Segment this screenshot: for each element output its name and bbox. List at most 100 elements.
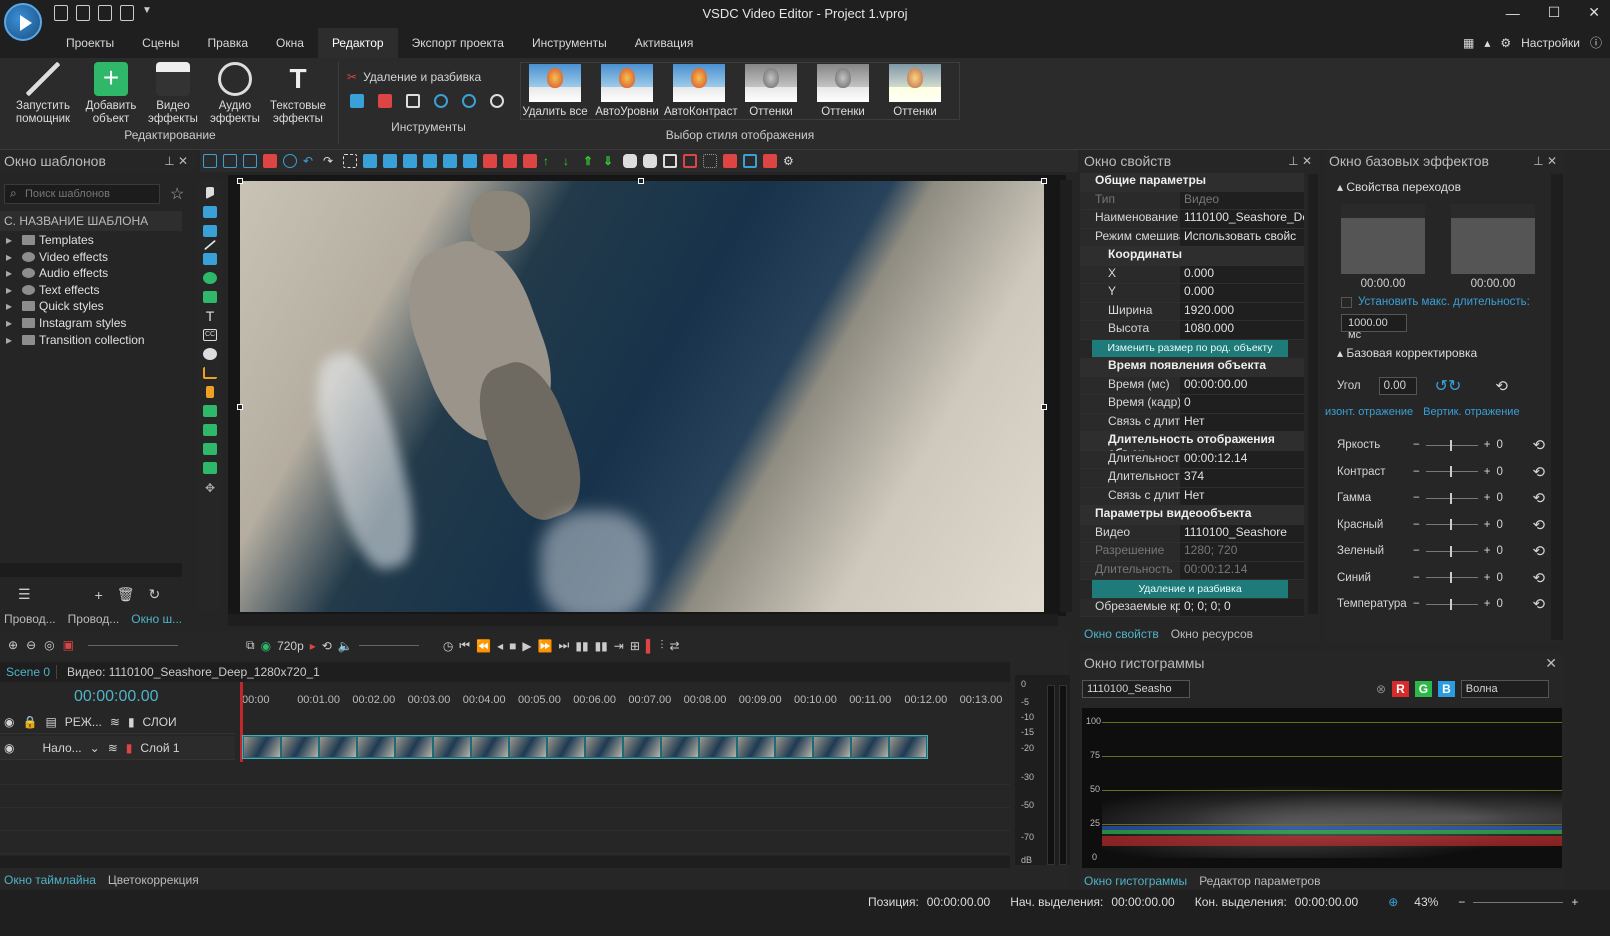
prop-duration-ms-value[interactable]: 00:00:12.14 bbox=[1180, 450, 1304, 468]
slider-row[interactable]: Контраст − +0 ⟲ bbox=[1325, 459, 1565, 486]
wave-mode-icon[interactable]: ⊗ bbox=[1376, 682, 1386, 696]
pin-close-icon[interactable]: ⊥ ✕ bbox=[164, 150, 196, 172]
video-clip[interactable] bbox=[242, 735, 928, 759]
scene-tab[interactable]: Scene 0 bbox=[0, 665, 58, 679]
basic-scrollbar[interactable] bbox=[1551, 174, 1563, 640]
reset-icon[interactable]: ⟲ bbox=[1532, 516, 1545, 534]
snap-icon[interactable]: ⊞ bbox=[630, 639, 640, 653]
minus-icon[interactable]: − bbox=[1413, 519, 1420, 531]
text-tool-icon[interactable]: T bbox=[203, 309, 217, 323]
reset-icon[interactable]: ⟲ bbox=[1532, 595, 1545, 613]
tab-explorer-1[interactable]: Провод... bbox=[4, 612, 56, 626]
resize-to-parent-button[interactable]: Изменить размер по род. объекту bbox=[1092, 339, 1288, 358]
blue-channel-toggle[interactable]: B bbox=[1438, 681, 1455, 697]
resize-handle[interactable] bbox=[237, 404, 243, 410]
plus-icon[interactable]: + bbox=[1484, 572, 1491, 584]
free-shape-tool-icon[interactable] bbox=[203, 291, 217, 303]
star-icon[interactable]: ☆ bbox=[170, 184, 184, 204]
slider-track[interactable] bbox=[1425, 466, 1478, 478]
section-general[interactable]: Общие параметры bbox=[1080, 173, 1304, 192]
loop-icon[interactable]: ⟲ bbox=[322, 639, 332, 653]
plus-icon[interactable]: + bbox=[1484, 545, 1491, 557]
histogram-source-select[interactable]: 1110100_Seasho bbox=[1082, 680, 1190, 698]
align-middle-icon[interactable] bbox=[443, 154, 457, 168]
layout-icon[interactable]: ▦ bbox=[1463, 36, 1474, 50]
tab-explorer-2[interactable]: Провод... bbox=[68, 612, 120, 626]
next-frame-icon[interactable]: ⏩ bbox=[538, 639, 553, 653]
align-icon[interactable]: ⫶ bbox=[660, 638, 663, 653]
audio-icon[interactable]: ▮ bbox=[126, 741, 133, 755]
tree-item-text-effects[interactable]: Text effects bbox=[0, 282, 182, 299]
group-icon[interactable] bbox=[623, 154, 637, 168]
slider-row[interactable]: Красный − +0 ⟲ bbox=[1325, 512, 1565, 539]
resize-handle[interactable] bbox=[237, 178, 243, 184]
plus-icon[interactable]: + bbox=[1484, 492, 1491, 504]
tab-histogram[interactable]: Окно гистограммы bbox=[1084, 874, 1187, 888]
green-channel-toggle[interactable]: G bbox=[1414, 681, 1433, 697]
waveform-icon[interactable]: ≋ bbox=[108, 741, 118, 755]
grid-icon[interactable] bbox=[703, 154, 717, 168]
app-logo-icon[interactable] bbox=[4, 3, 42, 41]
plus-icon[interactable]: + bbox=[1484, 439, 1491, 451]
slider-track[interactable] bbox=[1425, 598, 1478, 610]
rotate-left-icon[interactable] bbox=[434, 94, 448, 108]
canvas-vscrollbar[interactable] bbox=[1060, 180, 1072, 612]
menu-edit[interactable]: Правка bbox=[194, 28, 263, 58]
slider-row[interactable]: Зеленый − +0 ⟲ bbox=[1325, 538, 1565, 565]
link-icon[interactable]: ⇄ bbox=[669, 639, 679, 653]
hflip-checkbox[interactable]: изонт. отражение bbox=[1325, 406, 1413, 418]
minus-icon[interactable]: − bbox=[1413, 545, 1420, 557]
menu-activation[interactable]: Активация bbox=[621, 28, 708, 58]
plus-icon[interactable]: + bbox=[1484, 466, 1491, 478]
prop-link-value[interactable]: Нет bbox=[1180, 413, 1304, 431]
trash-icon[interactable]: 🗑 bbox=[117, 586, 135, 603]
video-clip-tool-icon[interactable] bbox=[203, 443, 217, 455]
close-icon[interactable]: ✕ bbox=[1545, 652, 1565, 674]
reset-icon[interactable]: ⟲ bbox=[1495, 377, 1508, 395]
template-search-input[interactable]: Поиск шаблонов bbox=[4, 184, 160, 204]
max-duration-checkbox[interactable]: Установить макс. длительность: bbox=[1325, 290, 1565, 308]
subtitles-tool-icon[interactable]: CC bbox=[203, 329, 217, 341]
fit-icon[interactable] bbox=[523, 154, 537, 168]
waveform-icon[interactable]: ≋ bbox=[110, 715, 120, 729]
align-left-icon[interactable] bbox=[363, 154, 377, 168]
marker-out-icon[interactable]: ▮▮ bbox=[595, 639, 608, 653]
delete-icon[interactable] bbox=[263, 154, 277, 168]
pin-close-icon[interactable]: ⊥ ✕ bbox=[1288, 150, 1320, 172]
style-auto-contrast[interactable]: АвтоКонтраст bbox=[664, 62, 738, 118]
gear-icon[interactable]: ⚙ bbox=[783, 154, 797, 168]
send-back-icon[interactable]: ⇓ bbox=[603, 154, 617, 168]
resize-handle[interactable] bbox=[638, 178, 644, 184]
stabilize-icon[interactable] bbox=[490, 94, 504, 108]
tab-color-correction[interactable]: Цветокоррекция bbox=[108, 873, 199, 887]
prop-time-frame-value[interactable]: 0 bbox=[1180, 395, 1304, 413]
safe-area-icon[interactable] bbox=[683, 154, 697, 168]
eye-icon[interactable]: ◉ bbox=[261, 639, 271, 653]
animation-tool-icon[interactable] bbox=[206, 386, 214, 398]
zoom-in-icon[interactable]: + bbox=[1571, 895, 1578, 909]
reset-icon[interactable]: ⟲ bbox=[1532, 436, 1545, 454]
properties-scrollbar[interactable] bbox=[1308, 174, 1318, 614]
tree-item-video-effects[interactable]: Video effects bbox=[0, 249, 182, 266]
prop-y-value[interactable]: 0.000 bbox=[1180, 284, 1304, 302]
audio-icon[interactable]: ▮ bbox=[128, 715, 135, 729]
distribute-v-icon[interactable] bbox=[503, 154, 517, 168]
video-tool-icon[interactable] bbox=[203, 206, 217, 218]
tab-timeline[interactable]: Окно таймлайна bbox=[4, 873, 96, 887]
select-all-icon[interactable] bbox=[343, 154, 357, 168]
angle-input[interactable]: 0.00 bbox=[1378, 377, 1417, 395]
fit-timeline-icon[interactable]: ◎ bbox=[44, 638, 54, 652]
wizard-button[interactable]: Запустить помощник bbox=[6, 62, 80, 126]
paste-icon[interactable] bbox=[243, 154, 257, 168]
prop-name-value[interactable]: 1110100_Seashore_De bbox=[1180, 210, 1304, 228]
ellipse-icon[interactable] bbox=[283, 154, 297, 168]
transition-in[interactable]: 00:00.00 bbox=[1341, 204, 1425, 290]
preview-mode-icon[interactable]: ⧉ bbox=[246, 638, 255, 653]
collapse-ribbon-icon[interactable]: ▴ bbox=[1484, 36, 1490, 50]
tree-item-templates[interactable]: Templates bbox=[0, 232, 182, 249]
slider-row[interactable]: Гамма − +0 ⟲ bbox=[1325, 485, 1565, 512]
prop-height-value[interactable]: 1080.000 bbox=[1180, 321, 1304, 339]
crop-icon[interactable] bbox=[406, 94, 420, 108]
slider-row[interactable]: Синий − +0 ⟲ bbox=[1325, 565, 1565, 592]
zoom-slider[interactable] bbox=[87, 644, 178, 646]
